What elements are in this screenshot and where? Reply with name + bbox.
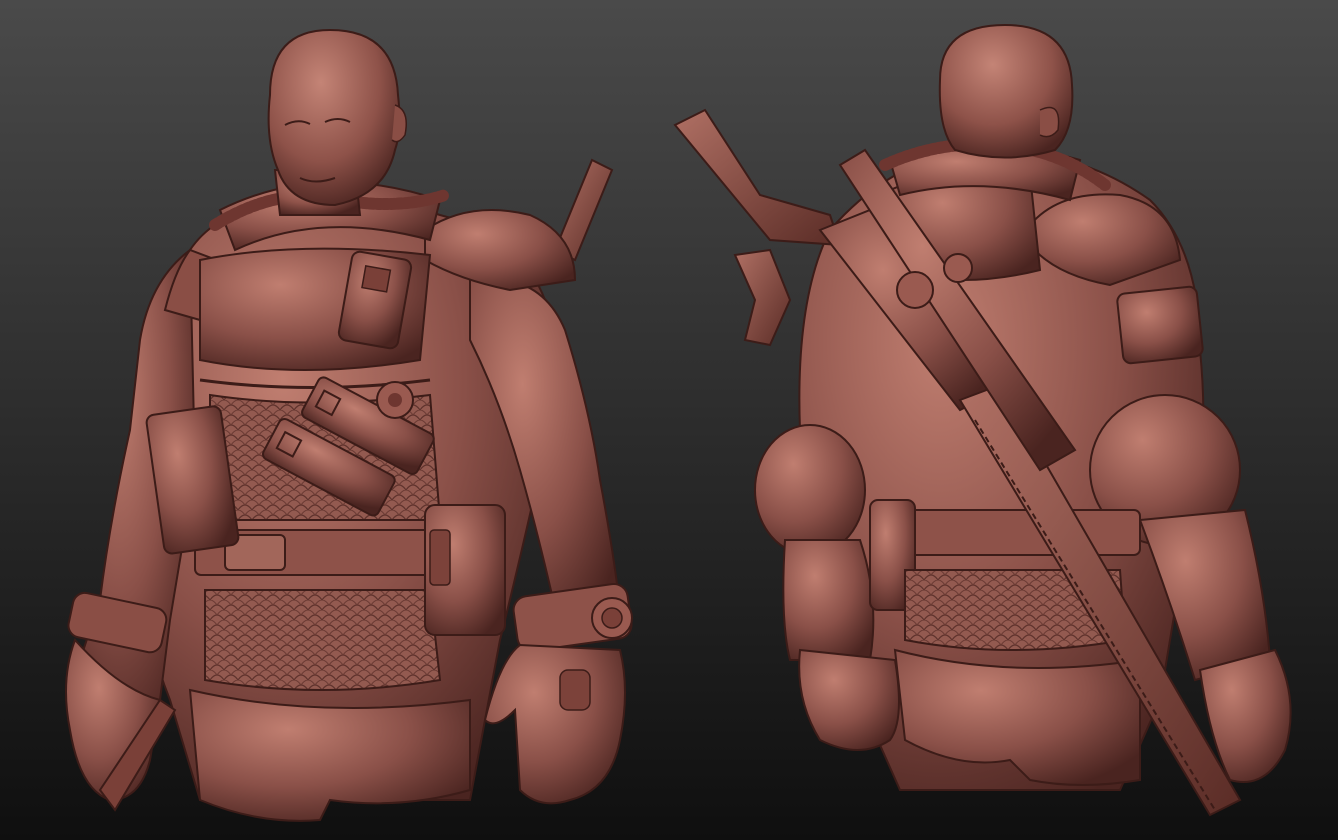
rifle-scope-knob <box>943 253 973 283</box>
back-shoulder-pouch <box>1116 285 1204 365</box>
back-ear <box>1039 106 1060 138</box>
front-radio-screen <box>361 265 392 293</box>
front-scaled-lower <box>204 589 442 691</box>
front-harness-ring-center <box>388 393 402 407</box>
front-glove-pad <box>559 669 591 711</box>
back-left-forearm <box>782 539 875 661</box>
back-head <box>938 23 1074 159</box>
front-wrist-dial <box>601 607 623 629</box>
front-pouch-flap <box>429 529 451 586</box>
sculpt-viewport <box>0 0 1338 840</box>
back-belt <box>879 509 1141 556</box>
render-canvas <box>0 0 1338 840</box>
back-left-sleeve-bulge <box>754 424 866 556</box>
rifle-scope-turret <box>896 271 934 309</box>
